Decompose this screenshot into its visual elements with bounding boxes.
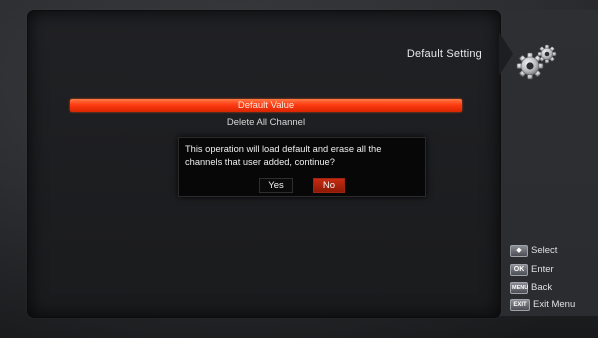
hint-exit: EXIT Exit Menu [510, 299, 575, 311]
hint-label: Back [531, 282, 553, 293]
menu-item-label: Default Value [237, 100, 295, 111]
menu-item-label: Delete All Channel [226, 117, 306, 128]
hint-enter: OK Enter [510, 264, 554, 276]
page-title: Default Setting [406, 48, 482, 60]
header-tab: Default Setting [300, 38, 500, 70]
confirm-dialog: This operation will load default and era… [178, 137, 426, 197]
no-button[interactable]: No [313, 178, 345, 193]
menu-key-icon: MENU [510, 282, 528, 294]
menu-item-delete-all-channel[interactable]: Delete All Channel [70, 116, 462, 129]
gear-icon [513, 42, 561, 82]
hint-select: ◆ Select [510, 245, 557, 257]
hint-back: MENU Back [510, 282, 552, 294]
yes-button[interactable]: Yes [259, 178, 293, 193]
header-tab-pointer [499, 32, 513, 76]
select-key-icon: ◆ [510, 245, 528, 257]
hint-label: Exit Menu [533, 299, 576, 310]
menu-item-default-value[interactable]: Default Value [70, 99, 462, 112]
hint-label: Select [531, 245, 558, 256]
ok-key-icon: OK [510, 264, 528, 276]
exit-key-icon: EXIT [510, 299, 530, 311]
hint-label: Enter [531, 264, 554, 275]
dialog-message: This operation will load default and era… [185, 144, 382, 167]
